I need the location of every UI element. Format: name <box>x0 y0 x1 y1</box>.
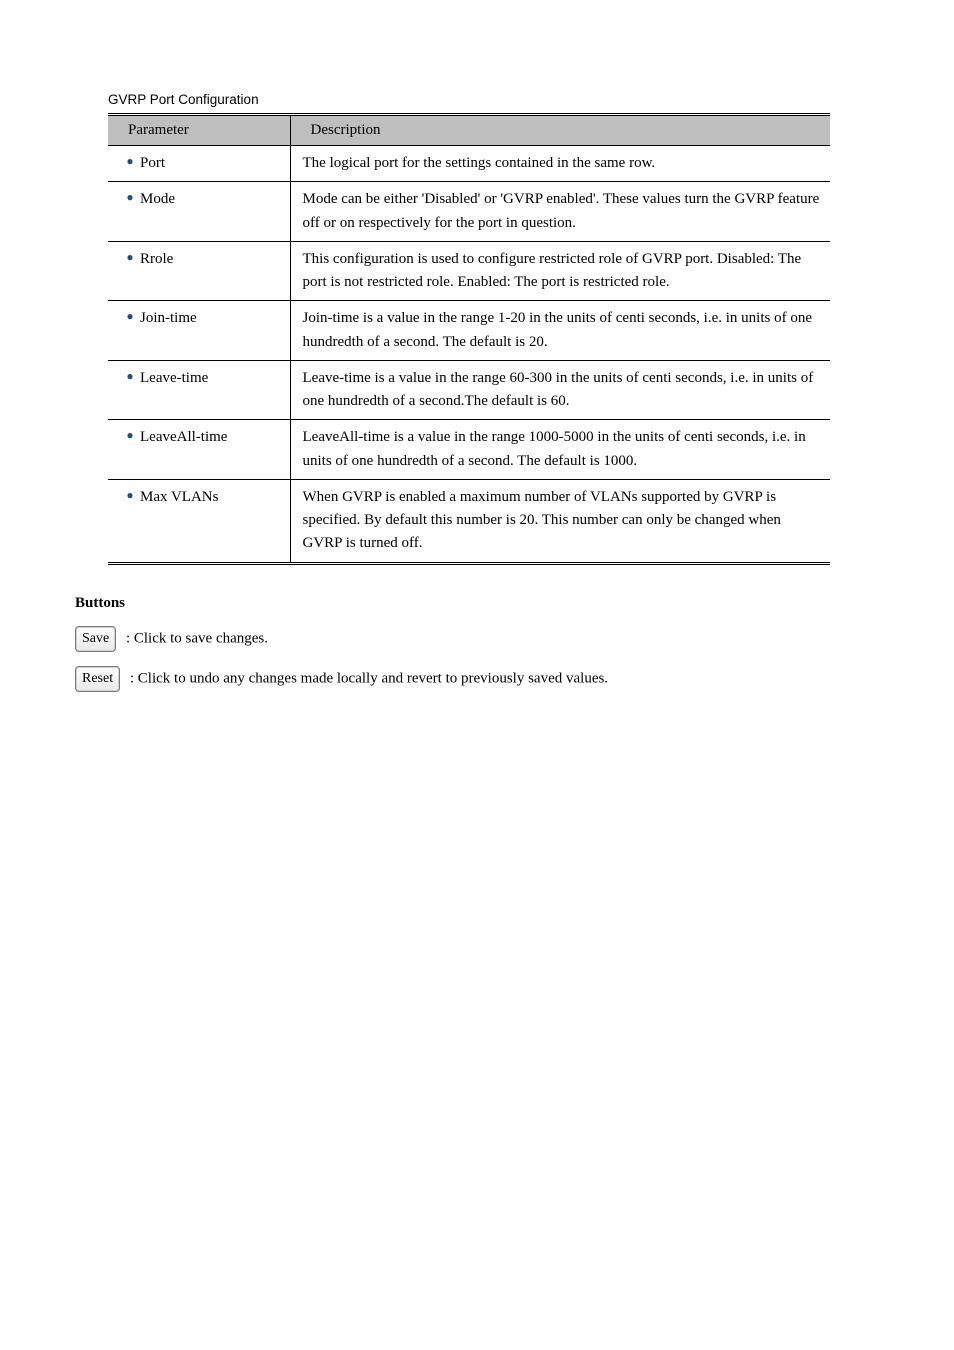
bullet-icon: ● <box>120 486 140 505</box>
bullet-icon: ● <box>120 152 140 171</box>
param-name: Max VLANs <box>140 486 218 509</box>
param-desc: Join-time is a value in the range 1-20 i… <box>290 301 830 361</box>
param-desc: Leave-time is a value in the range 60-30… <box>290 360 830 420</box>
buttons-heading: Buttons <box>75 595 954 612</box>
param-name: Mode <box>140 188 175 211</box>
table-row: ●LeaveAll-time LeaveAll-time is a value … <box>108 420 830 480</box>
table-row: ●Mode Mode can be either 'Disabled' or '… <box>108 182 830 242</box>
save-button[interactable]: Save <box>75 626 116 652</box>
table-row: ●Rrole This configuration is used to con… <box>108 241 830 301</box>
table-row: ●Leave-time Leave-time is a value in the… <box>108 360 830 420</box>
reset-button[interactable]: Reset <box>75 666 120 692</box>
param-desc: LeaveAll-time is a value in the range 10… <box>290 420 830 480</box>
table-row: ●Port The logical port for the settings … <box>108 146 830 182</box>
param-desc: When GVRP is enabled a maximum number of… <box>290 479 830 563</box>
header-parameter: Parameter <box>108 115 290 146</box>
reset-button-desc: : Click to undo any changes made locally… <box>130 670 608 686</box>
bullet-icon: ● <box>120 248 140 267</box>
param-name: LeaveAll-time <box>140 426 227 449</box>
param-name: Port <box>140 152 165 175</box>
param-name: Rrole <box>140 248 173 271</box>
table-row: ●Join-time Join-time is a value in the r… <box>108 301 830 361</box>
reset-button-row: Reset : Click to undo any changes made l… <box>75 666 954 692</box>
bullet-icon: ● <box>120 188 140 207</box>
gvrp-port-config-table: Parameter Description ●Port The logical … <box>108 113 830 565</box>
param-desc: This configuration is used to configure … <box>290 241 830 301</box>
header-description: Description <box>290 115 830 146</box>
save-button-row: Save : Click to save changes. <box>75 626 954 652</box>
save-button-desc: : Click to save changes. <box>126 630 268 646</box>
table-row: ●Max VLANs When GVRP is enabled a maximu… <box>108 479 830 563</box>
section-title: GVRP Port Configuration <box>108 92 954 107</box>
param-desc: Mode can be either 'Disabled' or 'GVRP e… <box>290 182 830 242</box>
bullet-icon: ● <box>120 426 140 445</box>
param-desc: The logical port for the settings contai… <box>290 146 830 182</box>
bullet-icon: ● <box>120 307 140 326</box>
bullet-icon: ● <box>120 367 140 386</box>
param-name: Join-time <box>140 307 197 330</box>
param-name: Leave-time <box>140 367 208 390</box>
table-header-row: Parameter Description <box>108 115 830 146</box>
